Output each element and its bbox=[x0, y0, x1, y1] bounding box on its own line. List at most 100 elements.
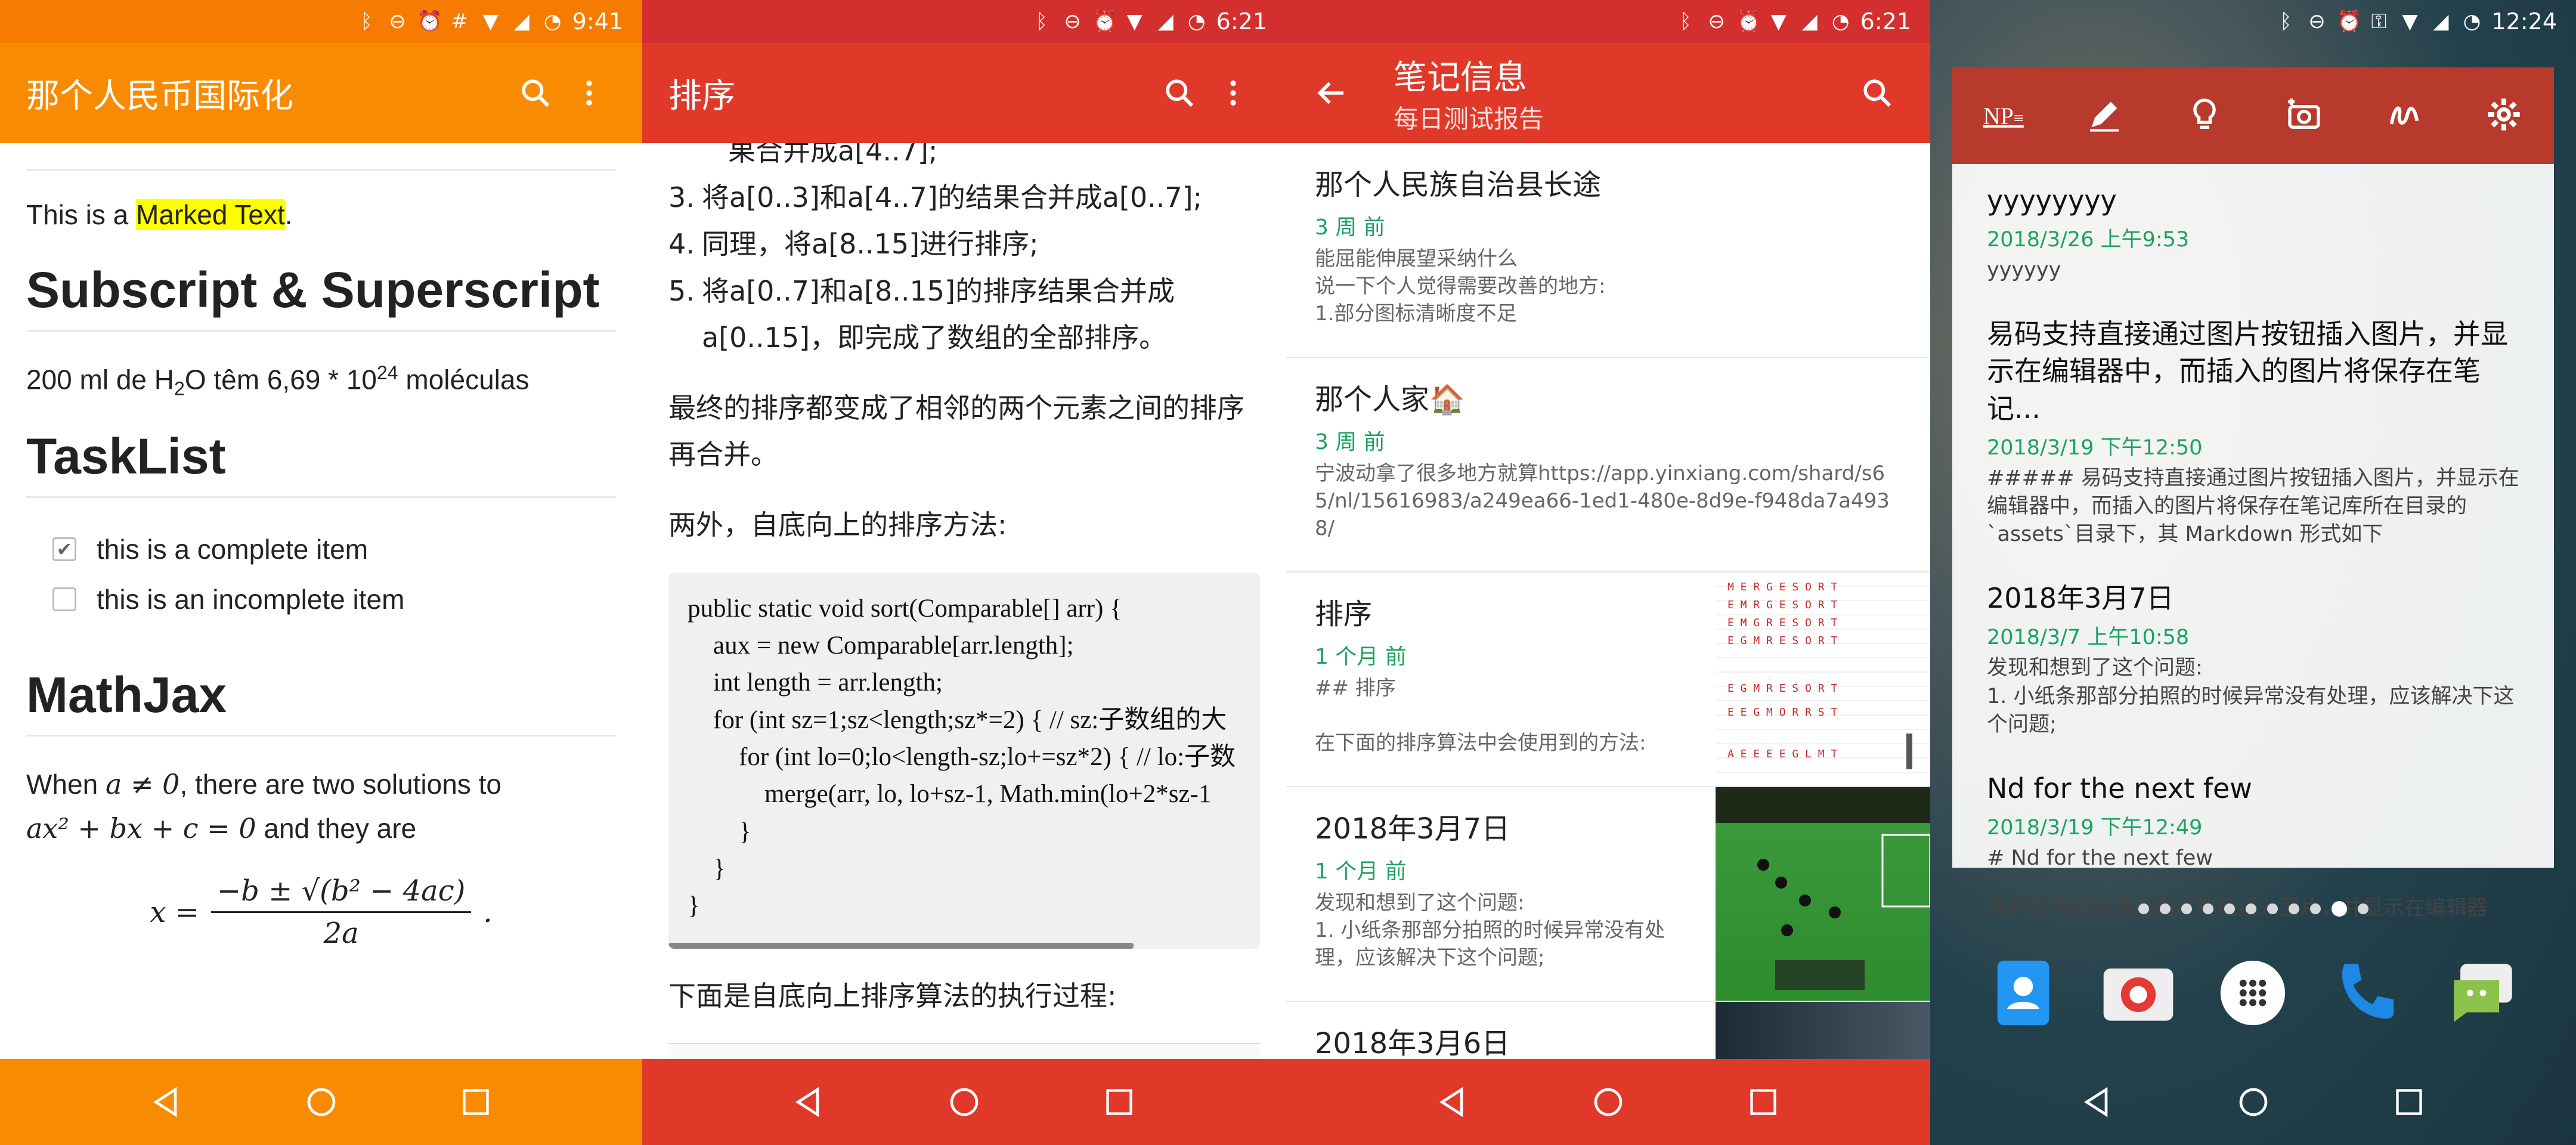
text: , there are two solutions to bbox=[179, 769, 501, 800]
note-summary: ## 排序 在下面的排序算法中会使用到的方法: bbox=[1315, 676, 1646, 755]
nav-bar bbox=[1286, 1059, 1930, 1145]
status-bar: ᛒ ⊖ ⏰ ▼ ◢ ◔ 6:21 bbox=[1286, 0, 1930, 43]
dnd-icon: ⊖ bbox=[1708, 10, 1725, 33]
list-item[interactable]: 那个人家🏠 3 周 前 宁波动拿了很多地方就算https://app.yinxi… bbox=[1286, 358, 1930, 572]
list-item[interactable]: 易码支持直接通过图片按钮插入图片，并显示在编辑器中，而插入的图片将保存在笔记..… bbox=[1987, 315, 2519, 549]
recents-button[interactable] bbox=[2382, 1075, 2436, 1129]
back-triangle-icon bbox=[795, 1087, 819, 1118]
inline-math: a ≠ 0 bbox=[105, 768, 180, 801]
app-bar: 笔记信息 每日测试报告 bbox=[1286, 43, 1930, 143]
back-button[interactable] bbox=[2071, 1075, 2125, 1129]
title-group: 笔记信息 每日测试报告 bbox=[1394, 51, 1850, 135]
list-text: 将a[0..7]和a[8..15]的排序结果合并成a[0..15]，即完成了数组… bbox=[702, 274, 1175, 354]
battery-icon: ◔ bbox=[2463, 10, 2481, 33]
article-content[interactable]: 果合并成a[4..7]; 3. 将a[0..3]和a[4..7]的结果合并成a[0… bbox=[642, 143, 1286, 1059]
battery-icon: ◔ bbox=[543, 10, 562, 33]
back-button[interactable] bbox=[1426, 1075, 1480, 1129]
page-title: 那个人民币国际化 bbox=[26, 76, 293, 116]
list-item[interactable]: yyyyyyyy 2018/3/26 上午9:53 yyyyyy bbox=[1987, 182, 2519, 284]
overflow-menu-button[interactable] bbox=[562, 66, 616, 120]
bluetooth-icon: ᛒ bbox=[1679, 10, 1692, 33]
search-icon bbox=[1166, 79, 1194, 107]
status-bar: ᛒ ⊖ ⏰ ▼ ◢ ◔ 6:21 bbox=[642, 0, 1286, 43]
messaging-app[interactable] bbox=[2438, 948, 2528, 1038]
task-item[interactable]: this is an incomplete item bbox=[52, 574, 616, 624]
text: O têm 6,69 * 10 bbox=[184, 363, 377, 395]
back-button[interactable] bbox=[782, 1075, 836, 1129]
back-button[interactable] bbox=[140, 1075, 194, 1129]
svg-text:E G M R E S O R T: E G M R E S O R T bbox=[1727, 682, 1837, 695]
note-date: 1 个月 前 bbox=[1315, 645, 1407, 669]
marked-paragraph: This is a Marked Text. bbox=[26, 193, 616, 237]
list-continuation: 果合并成a[4..7]; bbox=[728, 143, 938, 167]
idea-button[interactable] bbox=[2185, 95, 2224, 136]
heading-subscript: Subscript & Superscript bbox=[26, 261, 616, 332]
list-item[interactable]: 2018年3月7日 2018/3/7 上午10:58 发现和想到了这个问题: 1… bbox=[1987, 580, 2519, 739]
gear-icon bbox=[2488, 98, 2520, 131]
note-date: 2018/3/7 上午10:58 bbox=[1987, 626, 2190, 650]
phone-icon bbox=[2342, 964, 2394, 1019]
note-title: 2018年3月6日 bbox=[1315, 1027, 1510, 1059]
list-item[interactable]: 2018年3月6日 bbox=[1286, 1002, 1930, 1059]
numerator: −b ± √(b² − 4ac) bbox=[210, 874, 472, 914]
code-block[interactable]: public static void sort(Comparable[] arr… bbox=[668, 572, 1260, 949]
list-item[interactable]: Nd for the next few 2018/3/19 下午12:49 # … bbox=[1987, 770, 2519, 872]
overflow-menu-button[interactable] bbox=[1206, 66, 1260, 120]
markdown-content[interactable]: This is a Marked Text. Subscript & Super… bbox=[0, 143, 642, 1059]
note-title: 那个人家🏠 bbox=[1315, 383, 1465, 416]
list-item: 3. 将a[0..3]和a[4..7]的结果合并成a[0..7]; bbox=[668, 174, 1260, 221]
list-item[interactable]: 那个人民族自治县长途 3 周 前 能屈能伸展望采纳什么 说一下个人觉得需要改善的… bbox=[1286, 143, 1930, 358]
signal-icon: ◢ bbox=[1157, 10, 1174, 33]
checkbox-checked[interactable]: ✔ bbox=[52, 537, 76, 562]
page-subtitle: 每日测试报告 bbox=[1394, 104, 1544, 134]
page-dot bbox=[2288, 903, 2299, 914]
home-button[interactable] bbox=[295, 1075, 348, 1129]
note-list[interactable]: 那个人民族自治县长途 3 周 前 能屈能伸展望采纳什么 说一下个人觉得需要改善的… bbox=[1286, 143, 1930, 1059]
list-number: 4. bbox=[668, 228, 695, 261]
search-button[interactable] bbox=[1153, 66, 1206, 120]
sort-table-image: M E R G E S O R T E M R G E S O R T E M … bbox=[1727, 581, 1912, 769]
widget-note-list[interactable]: yyyyyyyy 2018/3/26 上午9:53 yyyyyy 易码支持直接通… bbox=[1952, 164, 2554, 920]
horizontal-scrollbar[interactable] bbox=[668, 942, 1134, 949]
contacts-app[interactable] bbox=[1979, 948, 2068, 1038]
status-bar: ᛒ ⊖ ⏰ # ▼ ◢ ◔ 9:41 bbox=[0, 0, 642, 43]
logo-text: NP bbox=[1983, 102, 2014, 129]
search-button[interactable] bbox=[509, 66, 562, 120]
camera-app[interactable] bbox=[2094, 948, 2183, 1038]
handwrite-button[interactable] bbox=[2385, 95, 2423, 136]
note-summary: 宁波动拿了很多地方就算https://app.yinxiang.com/shar… bbox=[1315, 462, 1890, 540]
home-button[interactable] bbox=[2227, 1075, 2280, 1129]
alarm-icon: ⏰ bbox=[1736, 10, 1761, 33]
recents-button[interactable] bbox=[1092, 1075, 1146, 1129]
widget-logo-button[interactable]: NP≡ bbox=[1983, 102, 2024, 130]
note-text: 2018年3月6日 bbox=[1286, 1002, 1716, 1059]
home-button[interactable] bbox=[1581, 1075, 1635, 1129]
ordered-list: 3. 将a[0..3]和a[4..7]的结果合并成a[0..7]; 4. 同理，将a… bbox=[668, 174, 1260, 361]
svg-text:E M R G E S O R T: E M R G E S O R T bbox=[1727, 599, 1837, 611]
note-title: Nd for the next few bbox=[1987, 772, 2252, 805]
search-button[interactable] bbox=[1850, 66, 1904, 120]
recents-button[interactable] bbox=[1736, 1075, 1790, 1129]
svg-text:E G M R E S O R T: E G M R E S O R T bbox=[1727, 635, 1837, 647]
bluetooth-icon: ᛒ bbox=[1035, 10, 1048, 33]
nav-bar bbox=[0, 1059, 642, 1145]
note-text: 那个人家🏠 3 周 前 宁波动拿了很多地方就算https://app.yinxi… bbox=[1286, 358, 1930, 571]
wifi-icon: ▼ bbox=[482, 10, 499, 33]
new-note-button[interactable] bbox=[2085, 95, 2123, 136]
denominator: 2a bbox=[323, 917, 359, 951]
note-title: 排序 bbox=[1315, 598, 1373, 631]
app-drawer[interactable] bbox=[2208, 948, 2298, 1038]
home-button[interactable] bbox=[937, 1075, 991, 1129]
task-item[interactable]: ✔ this is a complete item bbox=[52, 524, 616, 574]
camera-button[interactable] bbox=[2285, 95, 2323, 136]
back-arrow-button[interactable] bbox=[1304, 66, 1358, 120]
recents-button[interactable] bbox=[449, 1075, 503, 1129]
page-title: 笔记信息 bbox=[1394, 58, 1527, 97]
list-item[interactable]: 排序 1 个月 前 ## 排序 在下面的排序算法中会使用到的方法: M E R … bbox=[1286, 572, 1930, 787]
phone-app[interactable] bbox=[2323, 948, 2413, 1038]
phone-notebook-list: ᛒ ⊖ ⏰ ▼ ◢ ◔ 6:21 笔记信息 每日测试报告 那个人民族自治县长途 bbox=[1286, 0, 1930, 1145]
list-item[interactable]: 2018年3月7日 1 个月 前 发现和想到了这个问题: 1. 小纸条那部分拍照… bbox=[1286, 787, 1930, 1002]
settings-button[interactable] bbox=[2485, 95, 2523, 136]
text: . bbox=[284, 199, 293, 230]
checkbox-unchecked[interactable] bbox=[52, 587, 76, 612]
